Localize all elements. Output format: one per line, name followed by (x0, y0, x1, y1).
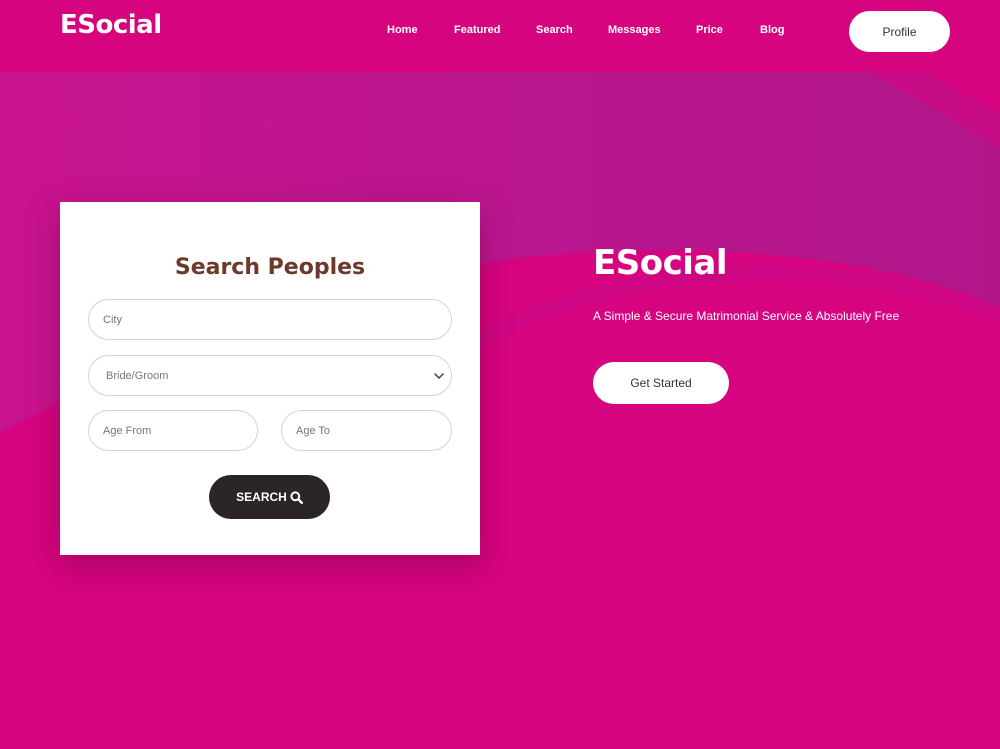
search-card-title: Search Peoples (174, 255, 366, 280)
search-button-label: SEARCH (236, 490, 287, 504)
nav-blog[interactable]: Blog (760, 24, 784, 36)
age-from-placeholder: Age From (103, 424, 152, 437)
search-icon (290, 490, 303, 504)
city-placeholder: City (103, 313, 122, 326)
age-to-input[interactable]: Age To (281, 410, 452, 451)
chevron-down-icon (434, 373, 444, 379)
top-navbar: ESocial Home Featured Search Messages Pr… (0, 0, 1000, 72)
hero-title: ESocial (593, 243, 727, 283)
nav-search[interactable]: Search (536, 24, 573, 36)
hero-subtitle: A Simple & Secure Matrimonial Service & … (593, 309, 900, 323)
bride-groom-select[interactable]: Bride/Groom (88, 355, 452, 396)
search-card: Search Peoples City Bride/Groom Age From… (60, 202, 480, 555)
city-input[interactable]: City (88, 299, 452, 340)
nav-home[interactable]: Home (387, 24, 418, 36)
age-to-placeholder: Age To (296, 424, 331, 437)
search-button[interactable]: SEARCH (209, 475, 330, 519)
nav-featured[interactable]: Featured (454, 24, 500, 36)
nav-messages[interactable]: Messages (608, 24, 661, 36)
get-started-button[interactable]: Get Started (593, 362, 729, 404)
nav-price[interactable]: Price (696, 24, 723, 36)
age-from-input[interactable]: Age From (88, 410, 258, 451)
profile-button[interactable]: Profile (849, 11, 950, 52)
bride-groom-value: Bride/Groom (106, 369, 169, 382)
